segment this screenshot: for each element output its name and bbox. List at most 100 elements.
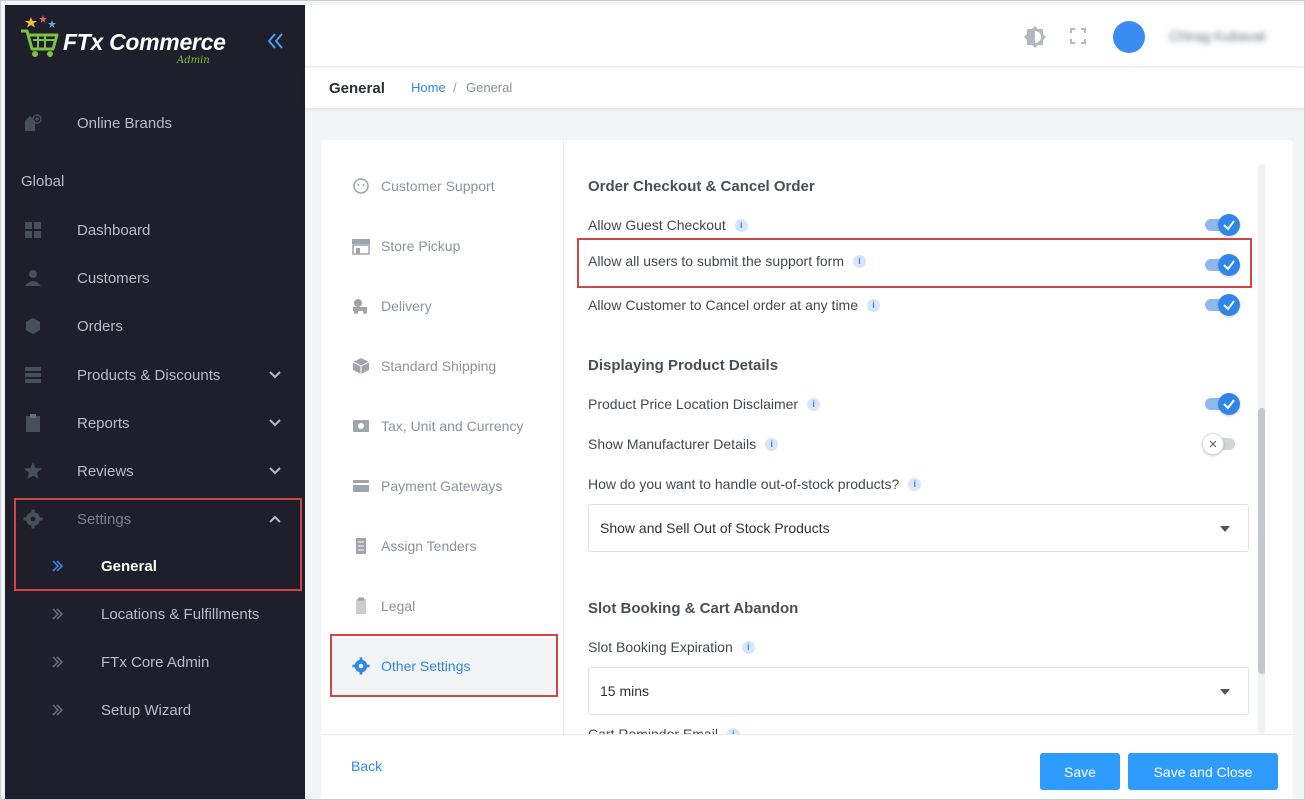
sidebar-item-label: Customers	[77, 269, 150, 287]
section-title-product-details: Displaying Product Details	[588, 357, 779, 374]
sidebar-item-customers[interactable]: Customers	[5, 258, 305, 298]
sidebar-item-label: Orders	[77, 317, 123, 335]
back-link[interactable]: Back	[351, 758, 382, 774]
logo-subtitle: Admin	[177, 55, 210, 66]
chevron-down-icon	[269, 419, 281, 427]
select-value: Show and Sell Out of Stock Products	[600, 520, 830, 536]
tab-label: Payment Gateways	[381, 478, 503, 494]
package-icon	[352, 358, 370, 374]
tab-label: Tax, Unit and Currency	[381, 418, 524, 434]
toggle-knob	[1218, 393, 1240, 415]
save-button[interactable]: Save	[1040, 753, 1120, 790]
tab-label: Assign Tenders	[381, 538, 477, 554]
tab-payment-gateways[interactable]: Payment Gateways	[331, 458, 557, 514]
sidebar-item-orders[interactable]: Orders	[5, 306, 305, 346]
sidebar-item-online-brands[interactable]: Online Brands	[5, 103, 305, 143]
user-icon	[25, 270, 41, 286]
tab-standard-shipping[interactable]: Standard Shipping	[331, 338, 557, 394]
tab-tax-unit-currency[interactable]: Tax, Unit and Currency	[331, 398, 557, 454]
sidebar: FTx Commerce Admin Online Brands Global	[5, 5, 305, 799]
double-chevron-right-icon	[52, 704, 64, 716]
sidebar-item-dashboard[interactable]: Dashboard	[5, 210, 305, 250]
close-icon	[1209, 440, 1217, 448]
user-name[interactable]: Chirag Kubavat	[1169, 28, 1266, 44]
setting-label: How do you want to handle out-of-stock p…	[588, 476, 900, 492]
price-disclaimer-toggle[interactable]	[1205, 393, 1240, 415]
double-chevron-right-icon	[52, 656, 64, 668]
sidebar-subitem-ftx-core-admin[interactable]: FTx Core Admin	[5, 642, 305, 682]
setting-label: Slot Booking Expiration	[588, 639, 733, 655]
section-title-slot-booking: Slot Booking & Cart Abandon	[588, 600, 799, 617]
list-icon	[356, 538, 366, 554]
star-icon	[24, 462, 42, 479]
page-title: General	[329, 80, 385, 97]
tab-legal[interactable]: Legal	[331, 578, 557, 634]
clipboard-icon	[26, 414, 40, 432]
caret-down-icon	[1220, 689, 1230, 695]
sidebar-subitem-setup-wizard[interactable]: Setup Wizard	[5, 690, 305, 730]
highlight-support-form	[577, 238, 1252, 288]
chevron-down-icon	[269, 371, 281, 379]
tab-label: Delivery	[381, 298, 432, 314]
breadcrumb-current: General	[466, 80, 513, 95]
fullscreen-icon[interactable]	[1069, 27, 1087, 45]
sidebar-item-reviews[interactable]: Reviews	[5, 451, 305, 491]
store-icon	[25, 114, 42, 131]
sidebar-subitem-label: FTx Core Admin	[101, 653, 210, 671]
double-chevron-left-icon	[267, 33, 283, 49]
money-icon	[353, 420, 369, 432]
select-value: 15 mins	[600, 683, 650, 699]
brightness-icon[interactable]	[1023, 25, 1047, 49]
chevron-down-icon	[269, 467, 281, 475]
info-icon[interactable]: i	[867, 298, 880, 312]
guest-checkout-toggle[interactable]	[1205, 214, 1240, 236]
sidebar-item-label: Dashboard	[77, 221, 151, 239]
out-of-stock-select[interactable]: Show and Sell Out of Stock Products	[588, 504, 1249, 552]
topbar: Chirag Kubavat	[305, 5, 1304, 67]
card-footer: Back Save Save and Close	[321, 734, 1293, 799]
breadcrumb-home-link[interactable]: Home	[411, 80, 446, 95]
avatar[interactable]	[1113, 21, 1145, 53]
tab-label: Standard Shipping	[381, 358, 497, 374]
logo-text: FTx Commerce	[63, 29, 226, 55]
manufacturer-label: Show Manufacturer Details i	[588, 436, 779, 452]
caret-down-icon	[1220, 526, 1230, 532]
manufacturer-toggle[interactable]	[1202, 433, 1239, 455]
info-icon[interactable]: i	[741, 640, 755, 654]
storefront-icon	[352, 239, 370, 255]
tab-assign-tenders[interactable]: Assign Tenders	[331, 518, 557, 574]
content-scrollbar[interactable]	[1258, 164, 1265, 734]
box-icon	[26, 318, 40, 334]
info-icon[interactable]: i	[807, 397, 821, 411]
save-and-close-button[interactable]: Save and Close	[1128, 753, 1278, 790]
setting-label: Product Price Location Disclaimer	[588, 396, 799, 412]
tab-label: Store Pickup	[381, 238, 461, 254]
sidebar-item-products-discounts[interactable]: Products & Discounts	[5, 355, 305, 395]
setting-label: Show Manufacturer Details	[588, 436, 757, 452]
info-icon[interactable]: i	[734, 218, 748, 232]
setting-label: Allow Customer to Cancel order at any ti…	[588, 297, 858, 313]
cancel-order-toggle[interactable]	[1205, 294, 1240, 316]
tab-store-pickup[interactable]: Store Pickup	[331, 218, 557, 274]
collapse-sidebar-button[interactable]	[263, 29, 287, 53]
sidebar-subitem-locations-fulfillments[interactable]: Locations & Fulfillments	[5, 594, 305, 634]
info-icon[interactable]: i	[765, 437, 779, 451]
sidebar-item-label: Reports	[77, 414, 130, 432]
scrollbar-thumb[interactable]	[1258, 408, 1265, 674]
sidebar-item-reports[interactable]: Reports	[5, 403, 305, 443]
sidebar-subitem-label: Setup Wizard	[101, 701, 192, 719]
slot-expiration-select[interactable]: 15 mins	[588, 667, 1249, 715]
toggle-knob	[1202, 433, 1224, 455]
sidebar-item-label: Reviews	[77, 462, 134, 480]
settings-card: Customer Support Store Pickup Delivery S…	[321, 140, 1293, 799]
settings-content: Order Checkout & Cancel Order Allow Gues…	[565, 140, 1265, 734]
section-title-order-checkout: Order Checkout & Cancel Order	[588, 178, 815, 195]
logo[interactable]: FTx Commerce Admin	[19, 15, 239, 70]
tab-customer-support[interactable]: Customer Support	[331, 158, 557, 214]
tab-label: Legal	[381, 598, 416, 614]
document-icon	[356, 597, 366, 614]
tab-delivery[interactable]: Delivery	[331, 278, 557, 334]
app-window: FTx Commerce Admin Online Brands Global	[0, 0, 1305, 800]
info-icon[interactable]: i	[908, 477, 922, 491]
sidebar-item-label: Online Brands	[77, 114, 173, 132]
